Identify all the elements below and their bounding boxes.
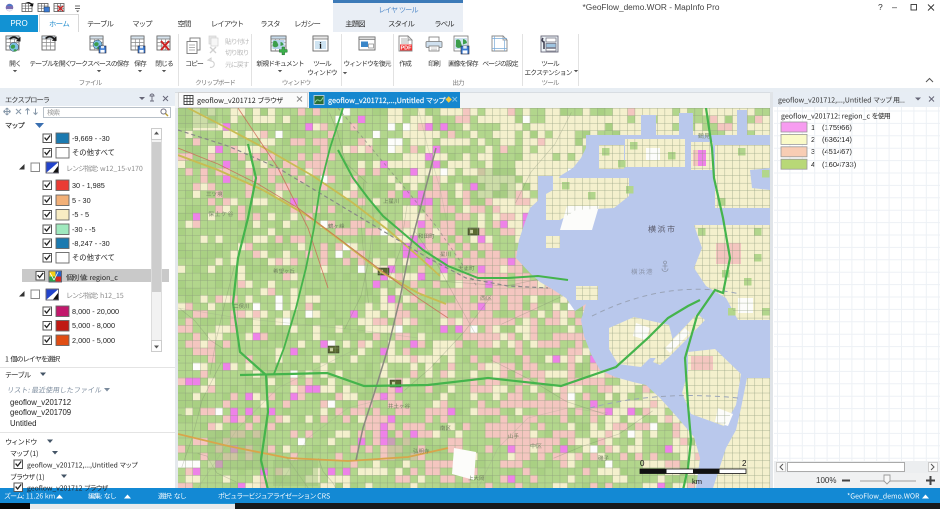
svg-text:PDF: PDF xyxy=(401,46,413,52)
svg-text:km: km xyxy=(692,477,702,486)
svg-text:i: i xyxy=(319,41,322,51)
svg-text:0: 0 xyxy=(640,459,645,468)
svg-text:2: 2 xyxy=(742,459,747,468)
